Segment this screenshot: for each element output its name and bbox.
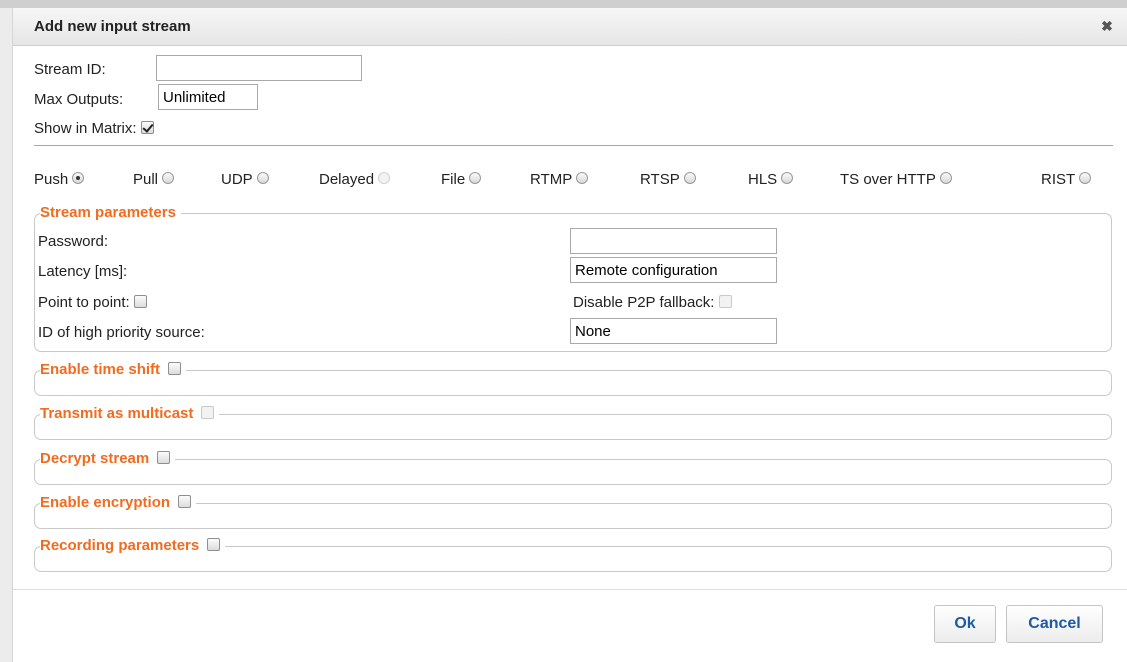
radio-push[interactable]: Push — [34, 171, 85, 188]
stream-parameters-legend: Stream parameters — [40, 204, 181, 221]
multicast-label: Transmit as multicast — [40, 405, 194, 422]
radio-file[interactable]: File — [441, 171, 482, 188]
time-shift-checkbox[interactable] — [168, 362, 182, 375]
add-input-stream-dialog: Add new input stream ✖ Stream ID: Max Ou… — [12, 8, 1127, 662]
recording-label: Recording parameters — [40, 537, 200, 554]
cancel-button[interactable]: Cancel — [1006, 605, 1103, 643]
radio-udp[interactable]: UDP — [221, 171, 269, 188]
radio-rtmp-indicator — [576, 172, 589, 184]
latency-label: Latency [ms]: — [38, 263, 128, 280]
close-icon[interactable]: ✖ — [1098, 17, 1116, 35]
password-label: Password: — [38, 233, 109, 250]
recording-fieldset: Recording parameters — [34, 537, 1112, 572]
radio-rtmp-label: RTMP — [530, 171, 573, 188]
stream-id-label: Stream ID: — [34, 61, 106, 78]
password-input[interactable] — [570, 228, 777, 254]
multicast-checkbox[interactable] — [201, 406, 215, 419]
latency-input[interactable] — [570, 257, 777, 283]
recording-legend: Recording parameters — [40, 537, 226, 554]
show-in-matrix-checkbox[interactable] — [140, 121, 154, 134]
radio-ts-over-http[interactable]: TS over HTTP — [840, 171, 952, 188]
disable-p2p-fallback-text: Disable P2P fallback: — [573, 294, 715, 311]
radio-ts-over-http-label: TS over HTTP — [840, 171, 936, 188]
background-page-edge — [0, 8, 12, 662]
disable-p2p-fallback-label: Disable P2P fallback: — [573, 294, 732, 311]
radio-push-indicator — [72, 172, 85, 184]
decrypt-legend: Decrypt stream — [40, 450, 176, 467]
radio-delayed-label: Delayed — [319, 171, 375, 188]
point-to-point-text: Point to point: — [38, 294, 130, 311]
point-to-point-checkbox[interactable] — [133, 295, 147, 308]
encryption-checkbox[interactable] — [178, 495, 192, 508]
radio-rist[interactable]: RIST — [1041, 171, 1092, 188]
radio-rtsp-indicator — [683, 172, 696, 184]
high-priority-source-input[interactable] — [570, 318, 777, 344]
radio-pull-indicator — [162, 172, 175, 184]
disable-p2p-fallback-checkbox[interactable] — [718, 295, 732, 308]
stream-id-input[interactable] — [156, 55, 362, 81]
dialog-title: Add new input stream — [34, 18, 191, 35]
radio-pull-label: Pull — [133, 171, 159, 188]
radio-file-label: File — [441, 171, 466, 188]
time-shift-label: Enable time shift — [40, 361, 161, 378]
radio-rtsp-label: RTSP — [640, 171, 680, 188]
radio-delayed-indicator — [378, 172, 391, 184]
multicast-legend: Transmit as multicast — [40, 405, 220, 422]
divider — [34, 145, 1113, 146]
decrypt-fieldset: Decrypt stream — [34, 450, 1112, 485]
point-to-point-label: Point to point: — [38, 294, 147, 311]
ok-button[interactable]: Ok — [934, 605, 996, 643]
dialog-titlebar: Add new input stream ✖ — [13, 8, 1127, 46]
radio-udp-indicator — [256, 172, 269, 184]
max-outputs-label: Max Outputs: — [34, 91, 124, 108]
radio-udp-label: UDP — [221, 171, 253, 188]
radio-hls[interactable]: HLS — [748, 171, 794, 188]
radio-pull[interactable]: Pull — [133, 171, 175, 188]
decrypt-label: Decrypt stream — [40, 450, 150, 467]
radio-rist-indicator — [1079, 172, 1092, 184]
time-shift-fieldset: Enable time shift — [34, 361, 1112, 396]
show-in-matrix-label: Show in Matrix: — [34, 120, 154, 137]
high-priority-source-label: ID of high priority source: — [38, 324, 205, 341]
encryption-label: Enable encryption — [40, 494, 171, 511]
encryption-fieldset: Enable encryption — [34, 494, 1112, 529]
show-in-matrix-text: Show in Matrix: — [34, 120, 137, 137]
encryption-legend: Enable encryption — [40, 494, 197, 511]
radio-hls-label: HLS — [748, 171, 778, 188]
recording-checkbox[interactable] — [207, 538, 221, 551]
time-shift-legend: Enable time shift — [40, 361, 187, 378]
radio-hls-indicator — [781, 172, 794, 184]
radio-delayed[interactable]: Delayed — [319, 171, 391, 188]
radio-rtsp[interactable]: RTSP — [640, 171, 696, 188]
decrypt-checkbox[interactable] — [157, 451, 171, 464]
radio-rist-label: RIST — [1041, 171, 1076, 188]
max-outputs-input[interactable] — [158, 84, 258, 110]
radio-push-label: Push — [34, 171, 69, 188]
radio-file-indicator — [469, 172, 482, 184]
footer-divider — [13, 589, 1127, 590]
radio-rtmp[interactable]: RTMP — [530, 171, 589, 188]
background-page-strip — [0, 0, 1127, 8]
multicast-fieldset: Transmit as multicast — [34, 405, 1112, 440]
radio-ts-over-http-indicator — [939, 172, 952, 184]
